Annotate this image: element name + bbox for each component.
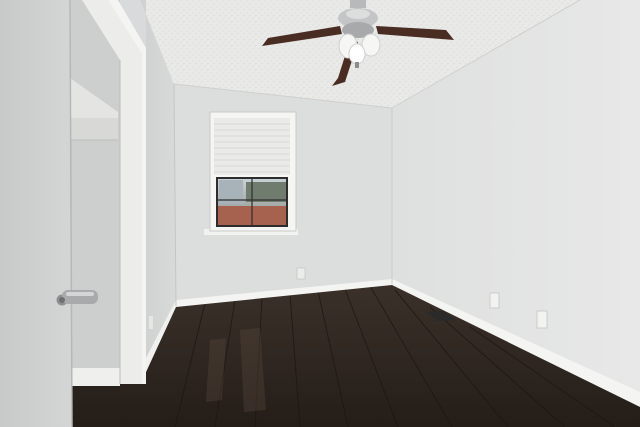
outlet-icon <box>489 292 500 309</box>
room-scene <box>0 0 640 427</box>
outlet-icon <box>296 267 306 280</box>
outlet-icon <box>149 316 153 329</box>
closet-shelf-edge <box>70 118 118 140</box>
door[interactable] <box>0 0 72 427</box>
closet-interior <box>70 0 120 386</box>
window-icon <box>204 111 298 235</box>
outlet-icon <box>536 310 548 329</box>
window-blind <box>214 118 290 176</box>
closet-baseboard <box>72 368 120 386</box>
